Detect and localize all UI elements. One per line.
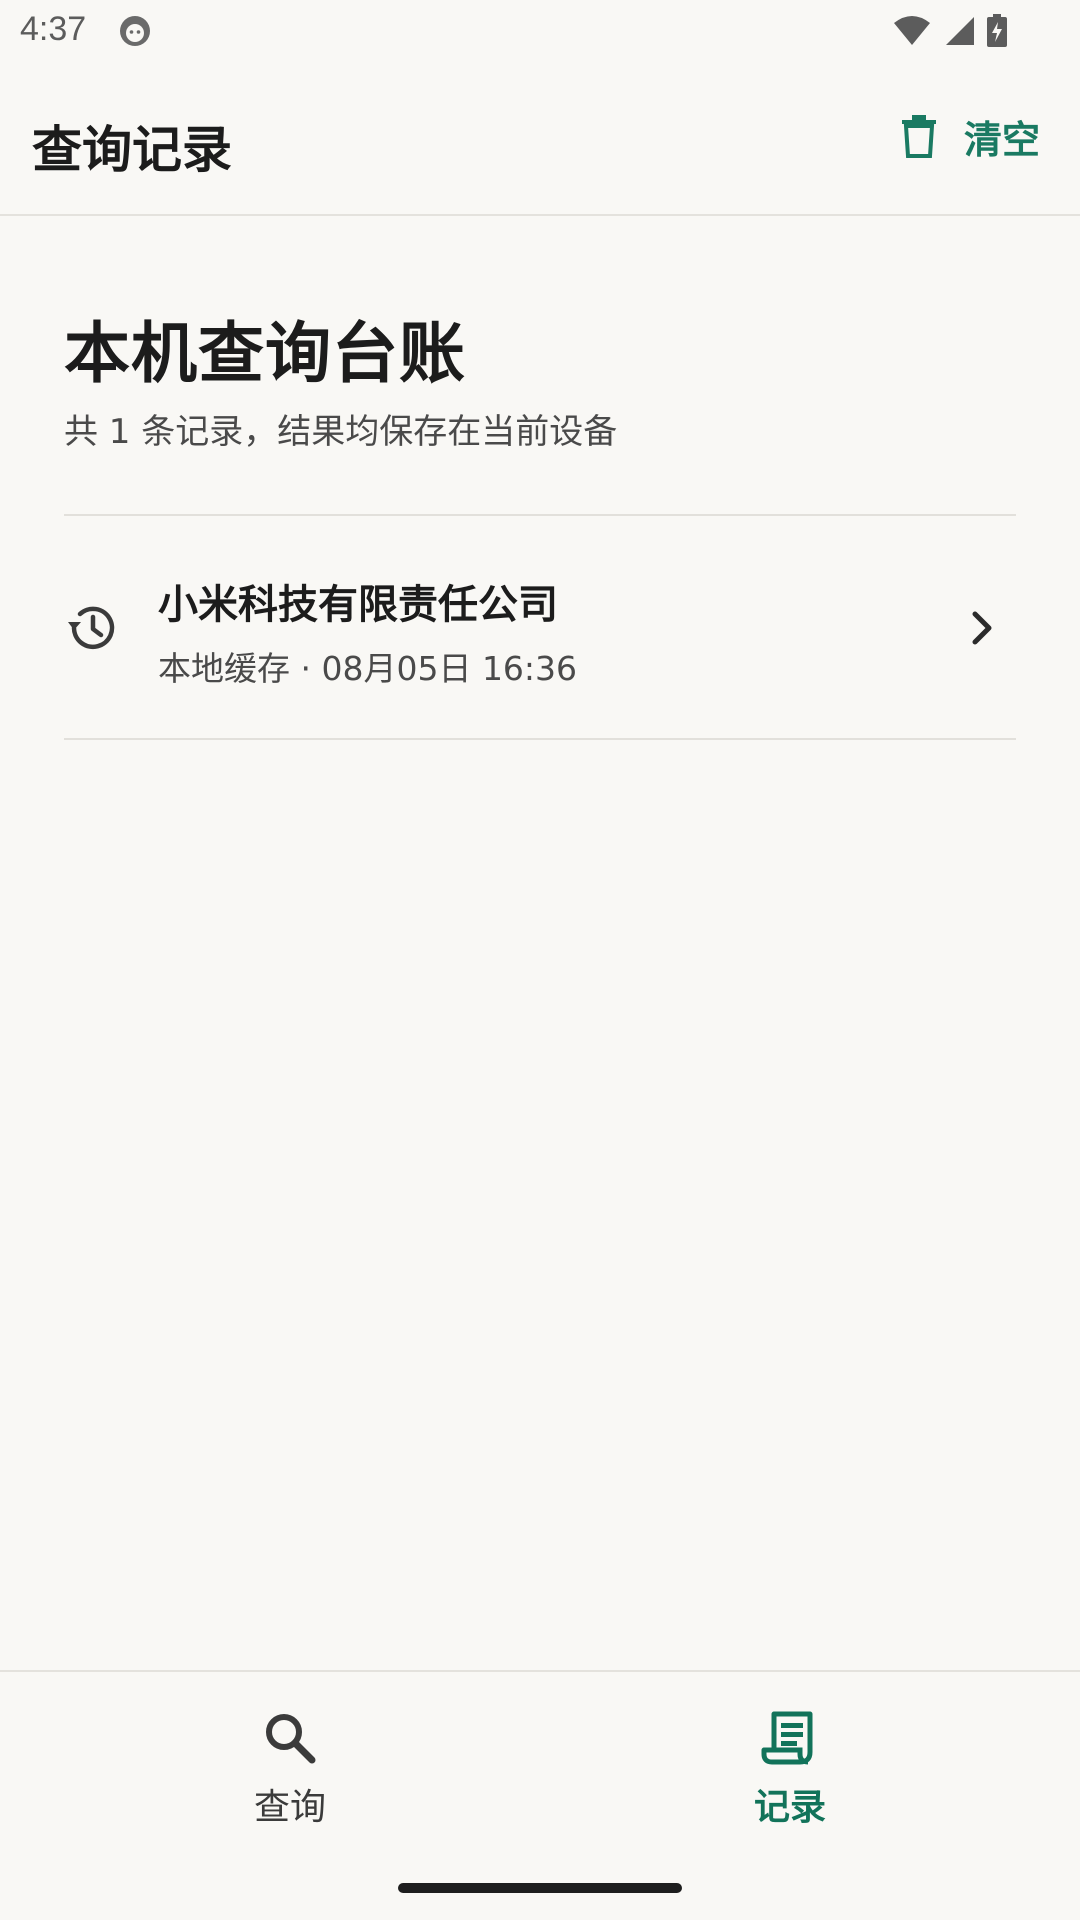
section-subtitle: 共 1 条记录，结果均保存在当前设备: [64, 412, 618, 452]
clear-button-label: 清空: [963, 117, 1040, 162]
battery-charging-icon: [987, 14, 1007, 47]
divider-bottom: [64, 738, 1016, 740]
page-title: 查询记录: [32, 121, 232, 179]
chevron-right-icon: [972, 611, 992, 645]
clear-button[interactable]: 清空: [900, 102, 1040, 170]
nav-tab-search-label: 查询: [253, 1787, 326, 1828]
app-bar: 查询记录 清空: [0, 64, 1080, 216]
cat-app-icon: [120, 16, 150, 46]
trash-icon: [901, 115, 936, 158]
status-time: 4:37: [20, 10, 87, 48]
signal-icon: [946, 17, 974, 45]
section-title: 本机查询台账: [64, 315, 466, 392]
nav-tab-records[interactable]: 记录: [690, 1708, 890, 1838]
nav-tab-records-label: 记录: [753, 1787, 826, 1828]
history-icon: [68, 606, 115, 650]
record-item[interactable]: 小米科技有限责任公司 本地缓存 · 08月05日 16:36: [64, 516, 1016, 738]
search-icon: [266, 1714, 316, 1764]
home-indicator[interactable]: [398, 1883, 682, 1893]
status-bar: 4:37: [0, 0, 1080, 64]
record-meta: 本地缓存 · 08月05日 16:36: [158, 649, 578, 688]
receipt-icon: [761, 1711, 813, 1765]
status-icons: [892, 14, 1008, 48]
record-company-name: 小米科技有限责任公司: [158, 582, 558, 628]
nav-tab-search[interactable]: 查询: [190, 1708, 390, 1838]
wifi-icon: [894, 16, 930, 45]
